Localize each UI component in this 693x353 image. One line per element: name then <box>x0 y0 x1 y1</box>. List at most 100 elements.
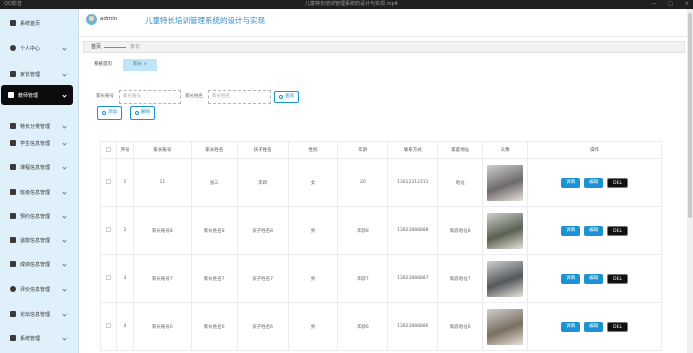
cell-account: 家长账号7 <box>132 254 192 303</box>
window-controls: — □ × <box>651 0 689 9</box>
detail-button[interactable]: 详情 <box>561 273 581 284</box>
grid-icon <box>10 311 16 317</box>
search-icon <box>279 95 283 99</box>
sidebar-item[interactable]: 预约信息管理 <box>3 208 73 224</box>
detail-button[interactable]: 详情 <box>561 321 581 332</box>
chevron-down-icon <box>62 92 67 98</box>
breadcrumb-current: 家长 <box>130 44 141 50</box>
table-row: 3 家长账号7 家长姓名7 孩子姓名7 男年龄7 13823888887 家庭地址7 详情 编辑… <box>100 254 662 303</box>
cell-child: 孩子姓名7 <box>236 254 289 303</box>
minimize-button[interactable]: — <box>651 0 656 9</box>
name-label: 家长姓名 <box>185 94 203 99</box>
username[interactable]: admin <box>100 16 117 22</box>
breadcrumb: 首页 家长 <box>83 41 685 53</box>
sidebar-item[interactable]: 成绩信息管理 <box>3 256 73 272</box>
sidebar-item-label: 评价信息管理 <box>20 286 51 293</box>
sidebar-item[interactable]: 个人中心 <box>3 40 73 56</box>
row-select-cell <box>100 302 117 351</box>
cell-photo <box>482 302 529 351</box>
name-input[interactable]: 家长姓名 <box>208 90 271 104</box>
row-select-cell <box>100 254 117 303</box>
sidebar-item[interactable]: 学生信息管理 <box>3 135 73 151</box>
grid-icon <box>10 335 16 341</box>
chevron-down-icon <box>62 71 67 77</box>
row-checkbox[interactable] <box>105 227 111 232</box>
cell-actions: 详情 编辑 DEL <box>527 302 662 351</box>
edit-button[interactable]: 编辑 <box>584 225 604 236</box>
tab-home[interactable]: 系统首页 <box>83 59 123 71</box>
avatar[interactable] <box>86 14 97 25</box>
table-row: 4 家长账号6 家长姓名6 孩子姓名6 男年龄6 13823888886 家庭地址6 详情 编辑… <box>100 302 662 351</box>
grid-icon <box>10 189 16 195</box>
sidebar-item[interactable]: 特长分类管理 <box>3 118 73 134</box>
sidebar-item[interactable]: 课程信息管理 <box>3 159 73 175</box>
cell-address: 家庭地址8 <box>437 206 484 255</box>
chevron-down-icon <box>62 237 67 243</box>
breadcrumb-home[interactable]: 首页 <box>91 42 101 53</box>
avatar-photo <box>487 212 524 249</box>
cell-index: 3 <box>115 254 134 303</box>
chevron-down-icon <box>62 164 67 170</box>
sidebar-item[interactable]: 系统管理 <box>3 330 73 346</box>
app-frame: 系统首页 个人中心 家长管理 教师管理 特长分类管理 学生信息管理 课程信息管理 班级信息管理… <box>0 9 693 353</box>
del-button[interactable]: DEL <box>607 273 628 284</box>
sidebar-item-label: 课程信息管理 <box>20 164 51 171</box>
sidebar-item[interactable]: 教师管理 <box>1 85 73 105</box>
cell-child: 孩子姓名8 <box>236 206 289 255</box>
row-checkbox[interactable] <box>105 275 111 280</box>
parent-table: 序号 家长账号 家长姓名 孩子姓名 性别 年龄 联系方式 家庭地址 头像 操作 … <box>100 141 662 351</box>
cell-phone: 13823888888 <box>387 206 439 255</box>
cell-gender: 男 <box>287 206 339 255</box>
sidebar-item[interactable]: 退款信息管理 <box>3 232 73 248</box>
window-title: 儿童特长培训管理系统的设计与实现.mp4 <box>305 1 398 7</box>
search-button[interactable]: 查询 <box>274 91 299 103</box>
grid-icon <box>10 213 16 219</box>
sidebar-item-label: 预约信息管理 <box>20 213 51 220</box>
cell-child: 孩子姓名6 <box>236 302 289 351</box>
cell-name: 张三 <box>190 158 238 207</box>
cell-phone: 13823888887 <box>387 254 439 303</box>
plus-icon <box>102 111 106 115</box>
delete-button[interactable]: 删除 <box>130 106 155 120</box>
grid-icon <box>10 140 16 146</box>
cell-phone: 13012312311 <box>387 158 439 207</box>
close-button[interactable]: × <box>685 0 689 9</box>
account-input[interactable]: 家长账号 <box>119 90 181 104</box>
teacher-icon <box>8 92 14 98</box>
edit-button[interactable]: 编辑 <box>584 321 604 332</box>
edit-button[interactable]: 编辑 <box>584 273 604 284</box>
del-button[interactable]: DEL <box>607 321 628 332</box>
search-button-label: 查询 <box>285 94 294 99</box>
avatar-photo <box>487 164 524 201</box>
chevron-down-icon <box>62 261 67 267</box>
row-checkbox[interactable] <box>105 323 111 328</box>
scrollbar-thumb[interactable] <box>688 13 692 218</box>
cell-address: 地址 <box>437 158 484 207</box>
row-checkbox[interactable] <box>105 179 111 184</box>
maximize-button[interactable]: □ <box>668 0 673 9</box>
column-header: 孩子姓名 <box>236 141 289 159</box>
sidebar-item[interactable]: 系统首页 <box>3 15 73 31</box>
sidebar-item-label: 个人中心 <box>20 45 41 52</box>
sidebar-item-label: 系统首页 <box>20 20 41 27</box>
grid-icon <box>10 71 16 77</box>
window-titlebar: QQ影音 儿童特长培训管理系统的设计与实现.mp4 — □ × <box>0 0 693 9</box>
cell-actions: 详情 编辑 DEL <box>527 254 662 303</box>
select-all-cell <box>100 141 117 159</box>
cell-account: 家长账号6 <box>132 302 192 351</box>
del-button[interactable]: DEL <box>607 177 628 188</box>
tab-parent[interactable]: 家长 × <box>123 59 157 71</box>
sidebar-item[interactable]: 家长管理 <box>3 66 73 82</box>
select-all-checkbox[interactable] <box>105 146 111 152</box>
sidebar-item[interactable]: 评价信息管理 <box>3 281 73 297</box>
detail-button[interactable]: 详情 <box>561 177 581 188</box>
grid-icon <box>10 237 16 243</box>
add-button[interactable]: 添加 <box>97 106 122 120</box>
cell-age: 年龄6 <box>337 302 389 351</box>
sidebar-item[interactable]: 班级信息管理 <box>3 184 73 200</box>
del-button[interactable]: DEL <box>607 225 628 236</box>
cell-name: 家长姓名6 <box>190 302 238 351</box>
edit-button[interactable]: 编辑 <box>584 177 604 188</box>
sidebar-item[interactable]: 论坛信息管理 <box>3 306 73 322</box>
detail-button[interactable]: 详情 <box>561 225 581 236</box>
